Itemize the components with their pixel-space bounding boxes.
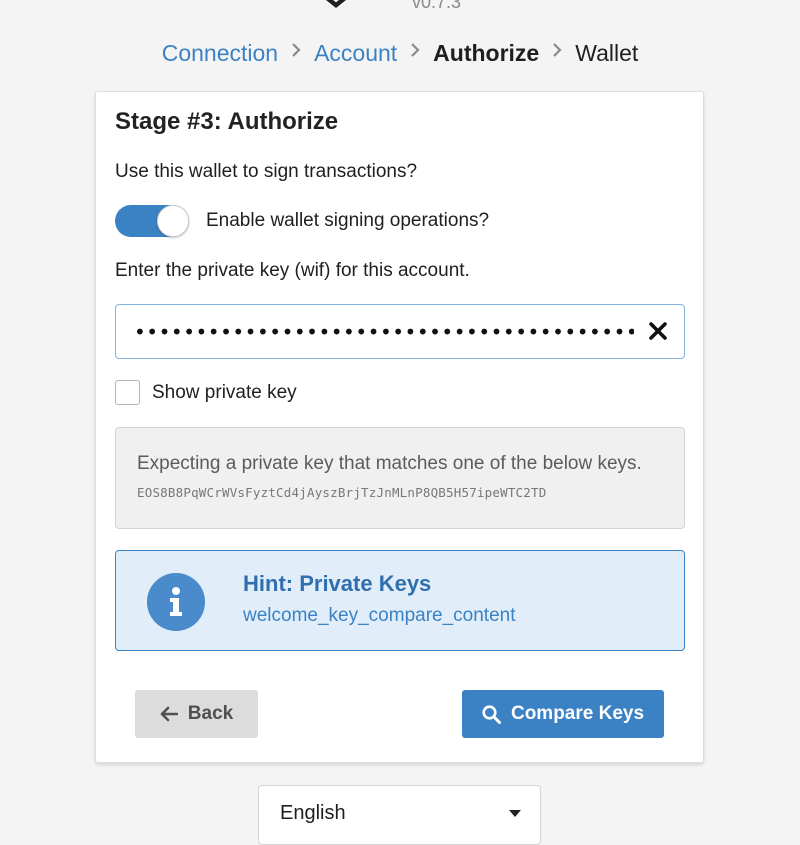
signing-toggle-row: Enable wallet signing operations? [115,205,489,237]
private-key-label: Enter the private key (wif) for this acc… [115,260,470,281]
show-key-label[interactable]: Show private key [152,382,297,404]
language-select[interactable]: English [258,785,541,845]
arrow-left-icon [160,706,178,722]
breadcrumb-connection[interactable]: Connection [162,40,278,67]
signing-toggle[interactable] [115,205,189,237]
toggle-knob [157,205,189,237]
page-title: Stage #3: Authorize [115,108,339,135]
chevron-right-icon [291,43,301,62]
breadcrumb-account[interactable]: Account [314,40,397,67]
top-bar: v0.7.3 [0,0,800,20]
private-key-field [115,304,685,359]
compare-keys-button[interactable]: Compare Keys [462,690,664,738]
caret-down-icon [509,810,521,817]
hint-title: Hint: Private Keys [243,571,432,596]
chevron-right-icon [410,43,420,62]
signing-toggle-label: Enable wallet signing operations? [206,210,490,231]
breadcrumb-wallet: Wallet [575,40,639,66]
diamond-logo-icon [326,0,346,8]
show-key-checkbox[interactable] [115,380,140,405]
chevron-right-icon [552,43,562,62]
breadcrumb-authorize: Authorize [433,40,540,66]
signing-question: Use this wallet to sign transactions? [115,161,418,182]
show-key-row: Show private key [115,380,297,405]
breadcrumb: Connection Account Authorize Wallet [0,40,800,67]
expected-key-message: Expecting a private key that matches one… [137,453,642,474]
compare-keys-label: Compare Keys [510,703,645,724]
hint-content: welcome_key_compare_content [243,605,516,626]
clear-icon[interactable] [648,321,668,341]
back-button-label: Back [187,703,234,724]
search-icon [482,704,501,724]
app-version: v0.7.3 [412,0,462,12]
expected-key-box: Expecting a private key that matches one… [115,427,685,529]
authorize-card: Stage #3: Authorize Use this wallet to s… [95,91,704,763]
private-key-input[interactable] [134,305,634,358]
back-button[interactable]: Back [135,690,258,738]
expected-public-key: EOS8B8PqWCrWVsFyztCd4jAyszBrjTzJnMLnP8QB… [137,485,547,500]
language-value: English [280,802,346,824]
info-icon [147,573,205,631]
hint-box: Hint: Private Keys welcome_key_compare_c… [115,550,685,651]
